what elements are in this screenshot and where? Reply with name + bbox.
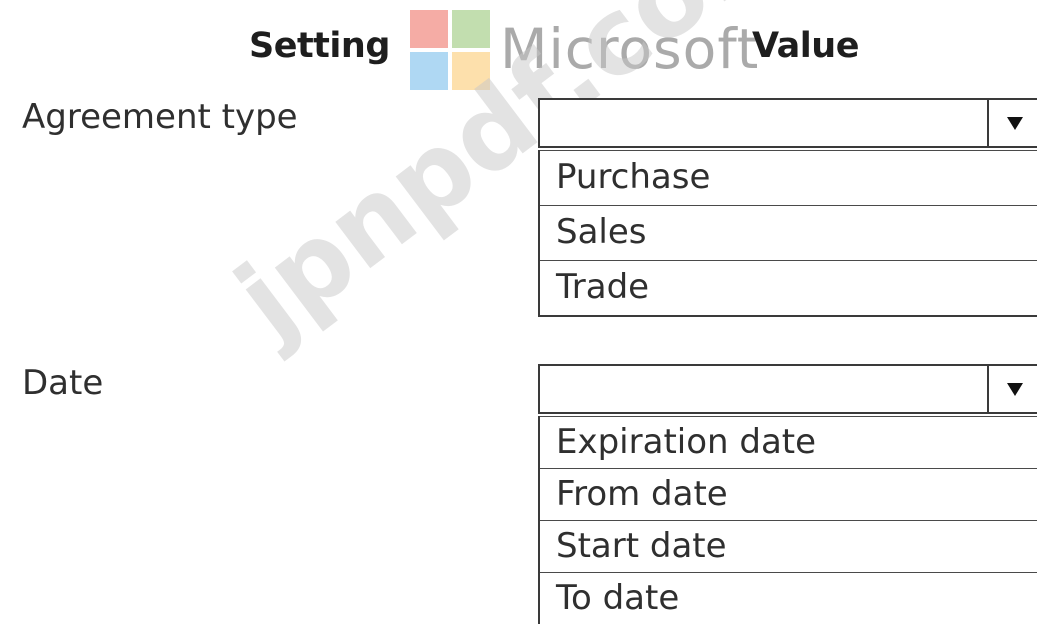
date-dropdown[interactable]: Expiration date From date Start date To … — [538, 364, 1037, 624]
logo-square-red — [410, 10, 448, 48]
option-to-date[interactable]: To date — [540, 572, 1037, 624]
option-expiration-date[interactable]: Expiration date — [540, 416, 1037, 468]
option-sales[interactable]: Sales — [540, 205, 1037, 260]
date-label: Date — [22, 363, 104, 403]
option-start-date[interactable]: Start date — [540, 520, 1037, 572]
setting-column-header: Setting — [249, 26, 390, 66]
agreement-type-options-list: Purchase Sales Trade — [538, 150, 1037, 317]
value-column-header: Value — [752, 26, 859, 66]
agreement-type-dropdown-button[interactable] — [987, 98, 1037, 148]
microsoft-wordmark: Microsoft — [500, 17, 760, 81]
microsoft-logo — [410, 10, 492, 92]
date-dropdown-button[interactable] — [987, 364, 1037, 414]
chevron-down-icon — [1006, 382, 1023, 396]
date-select[interactable] — [538, 364, 1037, 414]
option-from-date[interactable]: From date — [540, 468, 1037, 520]
logo-square-green — [452, 10, 490, 48]
logo-square-yellow — [452, 52, 490, 90]
logo-square-blue — [410, 52, 448, 90]
agreement-type-dropdown[interactable]: Purchase Sales Trade — [538, 98, 1037, 317]
agreement-type-label: Agreement type — [22, 97, 298, 137]
date-options-list: Expiration date From date Start date To … — [538, 416, 1037, 624]
option-purchase[interactable]: Purchase — [540, 150, 1037, 205]
chevron-down-icon — [1006, 116, 1023, 130]
agreement-type-select[interactable] — [538, 98, 1037, 148]
option-trade[interactable]: Trade — [540, 260, 1037, 315]
